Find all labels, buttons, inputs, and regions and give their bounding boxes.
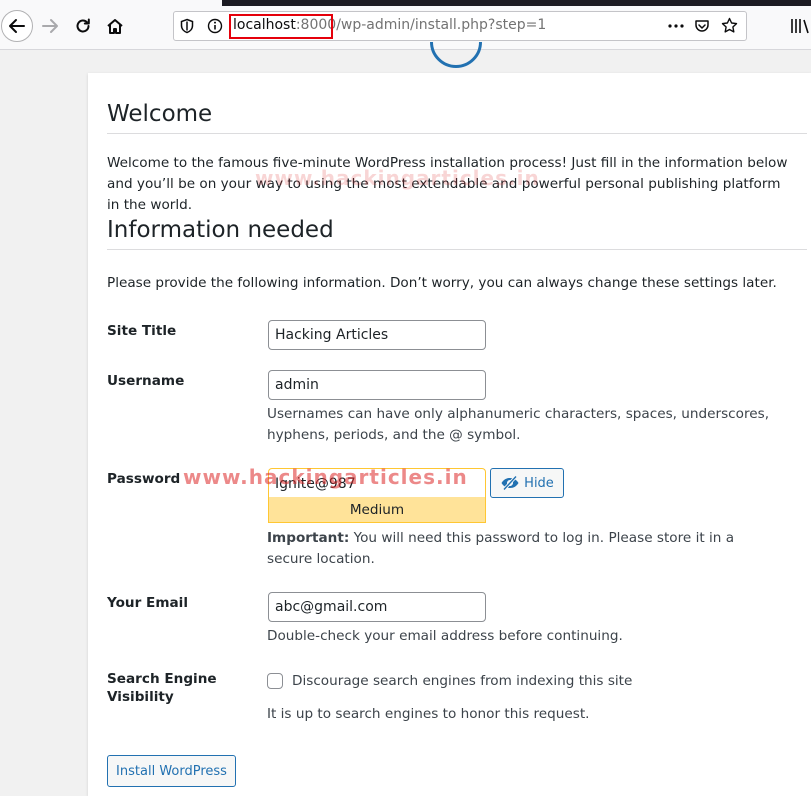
star-icon[interactable] — [721, 17, 738, 34]
discourage-search-engines-checkbox[interactable] — [267, 673, 283, 689]
site-title-label: Site Title — [107, 323, 177, 339]
welcome-heading: Welcome — [107, 101, 807, 134]
forward-button[interactable] — [34, 10, 66, 42]
home-icon — [107, 19, 123, 34]
email-label: Your Email — [107, 595, 188, 611]
email-input[interactable] — [268, 592, 486, 622]
home-button[interactable] — [99, 10, 131, 42]
eye-slash-icon — [501, 475, 519, 491]
site-title-input[interactable] — [268, 320, 486, 350]
info-icon[interactable] — [207, 18, 223, 34]
address-bar[interactable]: localhost:8000/wp-admin/install.php?step… — [173, 11, 747, 41]
search-engine-visibility-option[interactable]: Discourage search engines from indexing … — [267, 673, 632, 689]
search-engine-visibility-label: Search Engine Visibility — [107, 671, 217, 705]
back-icon — [9, 19, 25, 33]
library-icon[interactable] — [790, 17, 810, 35]
browser-toolbar: localhost:8000/wp-admin/install.php?step… — [0, 0, 811, 50]
email-description: Double-check your email address before c… — [267, 628, 623, 644]
username-input[interactable] — [268, 370, 486, 400]
username-description: Usernames can have only alphanumeric cha… — [267, 406, 770, 443]
url-path: /wp-admin/install.php?step=1 — [336, 17, 547, 33]
information-needed-heading: Information needed — [107, 217, 807, 250]
reload-button[interactable] — [67, 10, 99, 42]
install-wordpress-button[interactable]: Install WordPress — [107, 755, 236, 787]
forward-icon — [42, 19, 58, 33]
search-engine-description: It is up to search engines to honor this… — [267, 706, 590, 722]
pocket-icon[interactable] — [694, 18, 710, 34]
provide-text: Please provide the following information… — [107, 275, 777, 291]
reload-icon — [76, 18, 90, 33]
more-icon[interactable] — [667, 18, 685, 34]
welcome-text: Welcome to the famous five-minute WordPr… — [107, 155, 788, 213]
password-label: Password — [107, 471, 181, 487]
discourage-search-engines-label[interactable]: Discourage search engines from indexing … — [292, 673, 632, 689]
password-strength-meter: Medium — [268, 497, 486, 523]
password-input[interactable] — [268, 468, 486, 498]
important-label: Important: — [267, 530, 350, 546]
password-description: Important: You will need this password t… — [267, 528, 777, 570]
back-button[interactable] — [1, 10, 33, 42]
tab-strip — [222, 0, 811, 6]
shield-icon[interactable] — [179, 18, 195, 34]
username-label: Username — [107, 373, 185, 389]
host-highlight-box — [229, 14, 333, 39]
install-card: Welcome Welcome to the famous five-minut… — [88, 73, 811, 796]
hide-button-label: Hide — [524, 475, 554, 491]
hide-password-button[interactable]: Hide — [490, 468, 564, 498]
